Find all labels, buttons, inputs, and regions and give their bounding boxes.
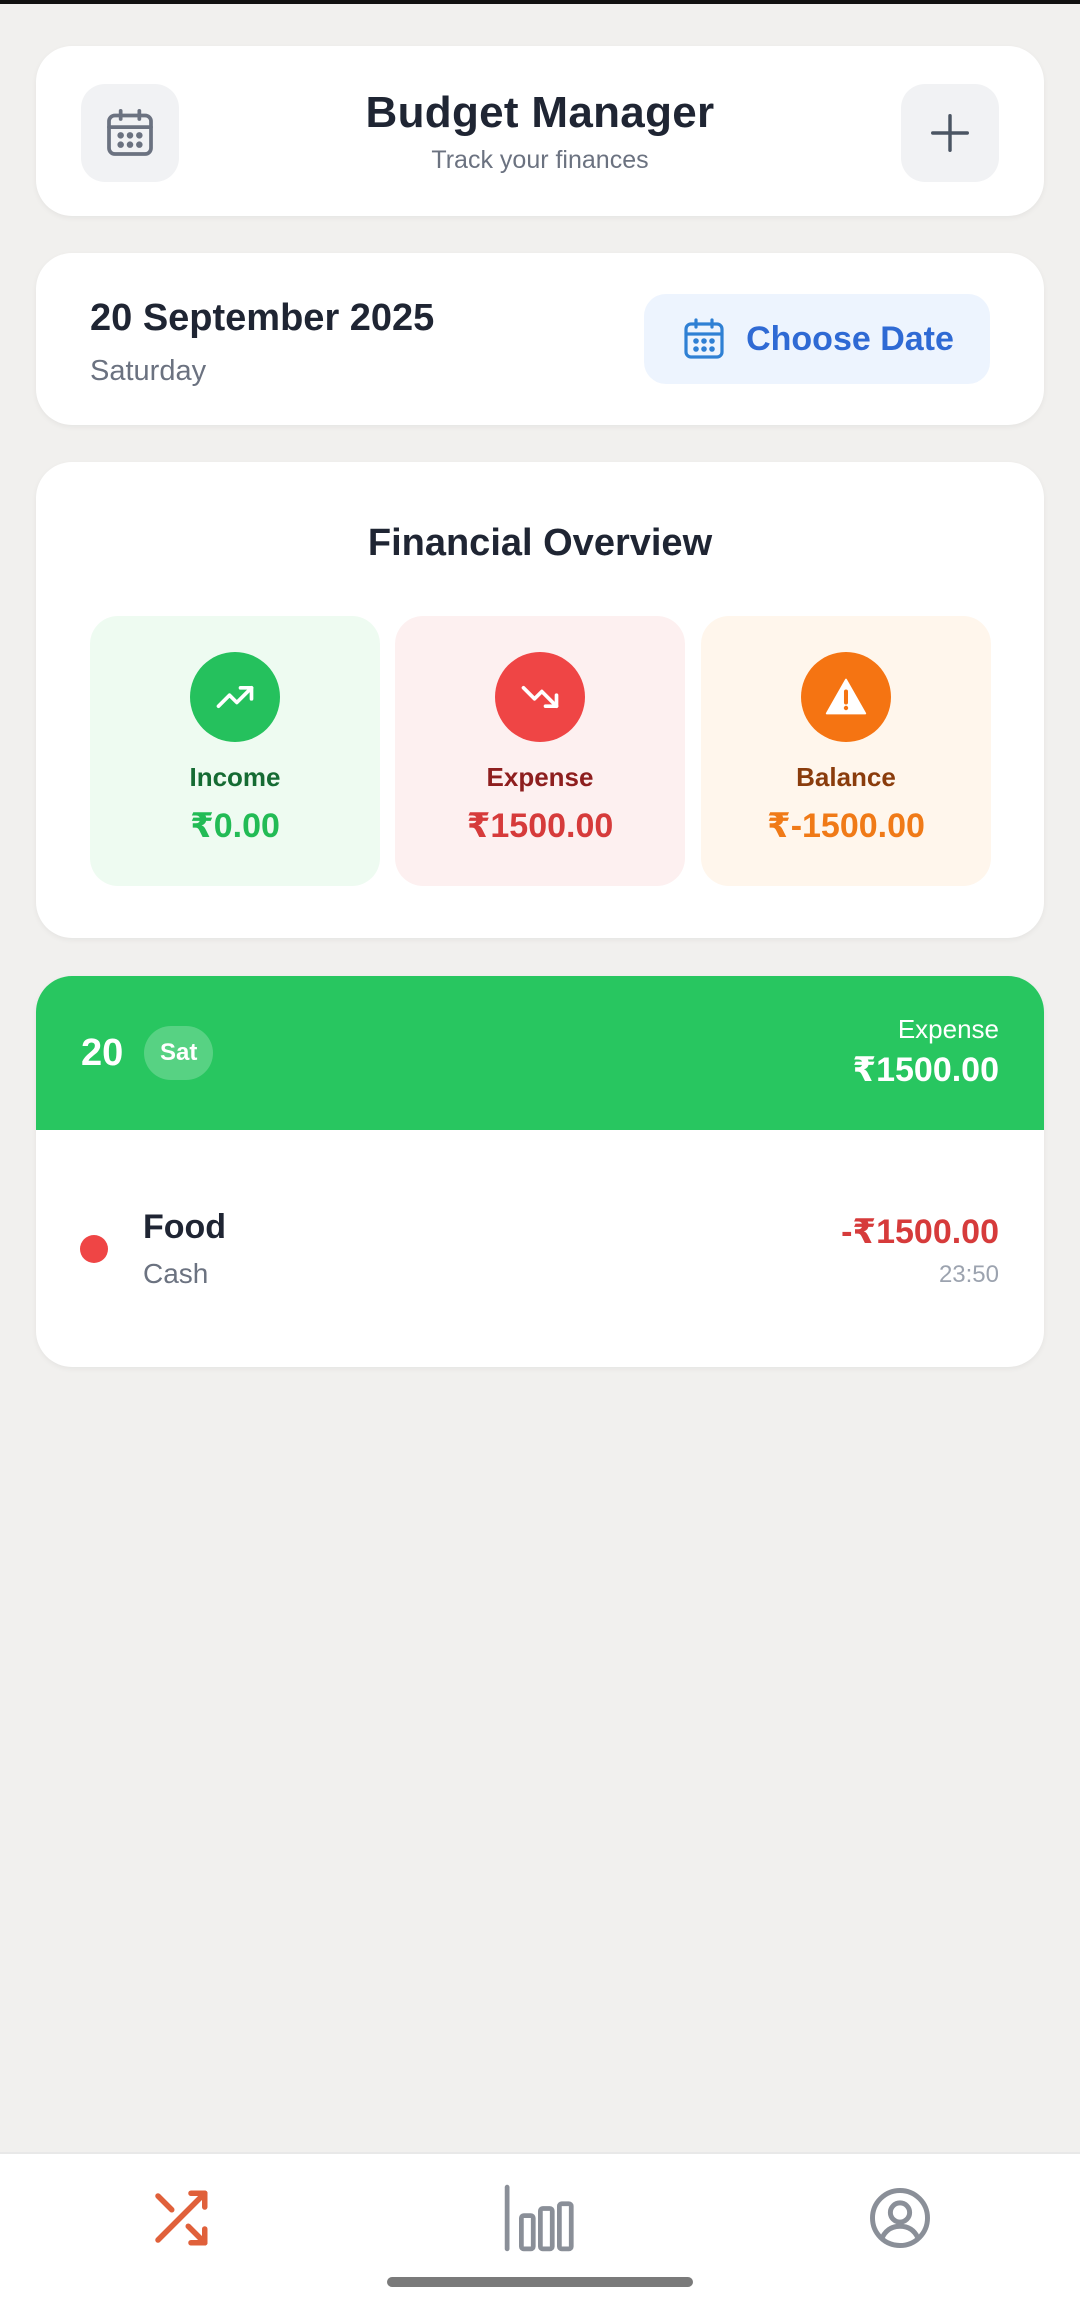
balance-amount: ₹-1500.00 (767, 807, 925, 845)
trending-up-icon (216, 686, 254, 708)
day-group-header[interactable]: 20 Sat Expense ₹1500.00 (36, 976, 1044, 1130)
day-expense-label: Expense (897, 1014, 999, 1044)
overview-title: Financial Overview (367, 522, 713, 564)
status-bar-edge (0, 0, 1080, 4)
day-group: 20 Sat Expense ₹1500.00 Food Cash -₹1500… (36, 976, 1044, 1367)
app-header: Budget Manager Track your finances (36, 46, 1044, 216)
app-title: Budget Manager (365, 88, 715, 137)
day-number: 20 (81, 1032, 124, 1074)
transaction-payment-method: Cash (143, 1258, 209, 1289)
trending-down-icon (521, 686, 559, 708)
income-label: Income (189, 762, 281, 792)
add-transaction-button[interactable] (901, 84, 999, 182)
nav-transactions-tab[interactable] (140, 2180, 220, 2256)
day-expense-amount: ₹1500.00 (852, 1051, 999, 1089)
expense-summary: Expense ₹1500.00 (395, 616, 685, 886)
app-subtitle: Track your finances (431, 146, 649, 174)
shuffle-icon (155, 2190, 208, 2246)
balance-badge (801, 652, 891, 742)
selected-date: 20 September 2025 (90, 297, 435, 339)
balance-label: Balance (796, 762, 896, 792)
warning-icon (825, 678, 867, 715)
transaction-amount: -₹1500.00 (841, 1213, 999, 1251)
income-summary: Income ₹0.00 (90, 616, 380, 886)
nav-profile-tab[interactable] (860, 2180, 940, 2256)
choose-date-button[interactable]: Choose Date (644, 294, 990, 384)
income-amount: ₹0.00 (190, 807, 280, 845)
calendar-icon (684, 318, 724, 359)
date-card: 20 September 2025 Saturday Choose Date (36, 253, 1044, 425)
bar-chart-icon (504, 2184, 574, 2252)
expense-badge (495, 652, 585, 742)
expense-label: Expense (486, 762, 594, 792)
weekday-badge: Sat (144, 1026, 214, 1080)
profile-icon (870, 2188, 930, 2248)
income-badge (190, 652, 280, 742)
transaction-time: 23:50 (938, 1261, 999, 1288)
expense-amount: ₹1500.00 (466, 807, 614, 845)
plus-icon (931, 114, 969, 152)
selected-weekday: Saturday (90, 355, 207, 387)
transaction-category: Food (143, 1208, 227, 1246)
home-indicator[interactable] (387, 2277, 693, 2287)
choose-date-label: Choose Date (746, 319, 954, 358)
balance-summary: Balance ₹-1500.00 (701, 616, 991, 886)
financial-overview: Financial Overview Income ₹0.00 Expense … (36, 462, 1044, 938)
expense-dot-icon (80, 1235, 108, 1263)
nav-statistics-tab[interactable] (498, 2180, 578, 2256)
